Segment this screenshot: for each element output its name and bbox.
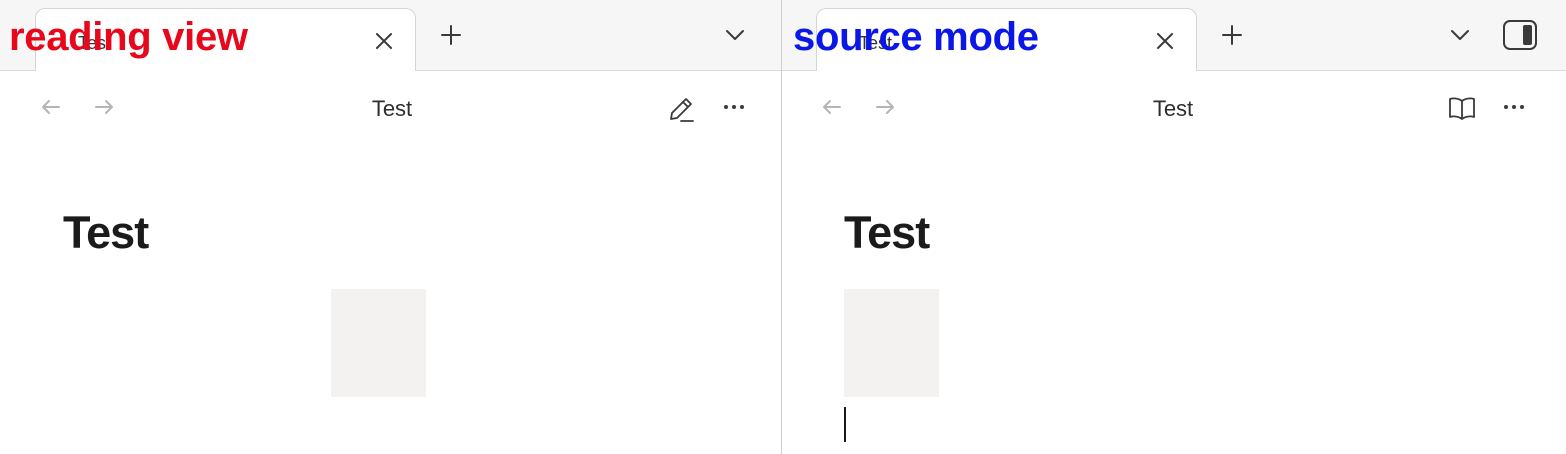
chevron-down-icon[interactable]: [723, 23, 747, 47]
document-heading: Test: [844, 207, 930, 258]
more-horizontal-icon[interactable]: [1502, 95, 1526, 119]
arrow-left-icon[interactable]: [820, 95, 844, 119]
plus-icon[interactable]: [1220, 23, 1244, 47]
arrow-right-icon[interactable]: [873, 95, 897, 119]
view-title: Test: [1152, 96, 1194, 121]
view-title: Test: [371, 96, 413, 121]
source-mode-pane: Test source mode Test Test: [782, 0, 1566, 454]
chevron-down-icon[interactable]: [1448, 23, 1472, 47]
overlay-label-reading-view: reading view: [9, 15, 248, 59]
close-icon[interactable]: [1153, 29, 1177, 53]
reading-view-pane: Test reading view Test Test: [0, 0, 781, 454]
pencil-icon[interactable]: [667, 95, 694, 122]
book-open-icon[interactable]: [1448, 95, 1475, 120]
text-cursor: [844, 407, 846, 442]
arrow-right-icon[interactable]: [92, 95, 116, 119]
embedded-image: [844, 289, 939, 397]
embedded-image: [331, 289, 426, 397]
overlay-label-source-mode: source mode: [793, 15, 1039, 59]
document-heading: Test: [63, 207, 149, 258]
plus-icon[interactable]: [439, 23, 463, 47]
arrow-left-icon[interactable]: [39, 95, 63, 119]
sidebar-toggle-icon[interactable]: [1503, 20, 1537, 50]
more-horizontal-icon[interactable]: [722, 95, 746, 119]
close-icon[interactable]: [372, 29, 396, 53]
